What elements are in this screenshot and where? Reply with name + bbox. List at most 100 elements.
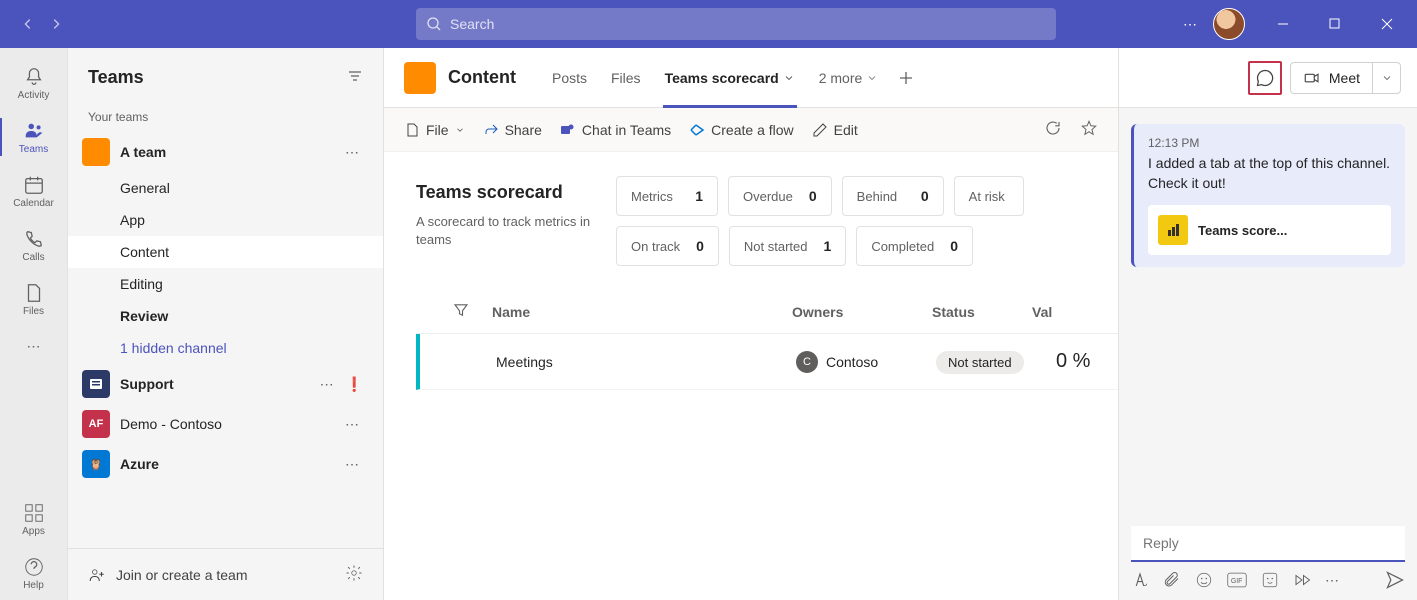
calendar-icon [23, 174, 45, 196]
help-icon [23, 556, 45, 578]
teams-chat-icon [560, 122, 576, 138]
format-icon[interactable] [1131, 571, 1149, 589]
share-button[interactable]: Share [483, 122, 542, 138]
status-pill: Not started [936, 351, 1024, 374]
settings-icon[interactable] [345, 564, 363, 585]
tab-posts[interactable]: Posts [540, 48, 599, 108]
file-menu[interactable]: File [404, 122, 465, 138]
attachment-card[interactable]: Teams score... [1148, 205, 1391, 255]
join-create-team[interactable]: Join or create a team [88, 566, 345, 584]
more-icon[interactable]: ⋯ [341, 452, 363, 477]
nav-forward[interactable] [44, 12, 68, 36]
apps-icon [23, 502, 45, 524]
add-tab-button[interactable] [890, 70, 922, 86]
more-icon[interactable]: ⋯ [1183, 16, 1197, 33]
search-box[interactable]: Search [416, 8, 1056, 40]
chevron-down-icon [455, 125, 465, 135]
scorecard-title: Teams scorecard [416, 182, 616, 203]
send-icon[interactable] [1385, 570, 1405, 590]
rail-calls[interactable]: Calls [0, 218, 68, 272]
rail-calendar[interactable]: Calendar [0, 164, 68, 218]
main-content: Content Posts Files Teams scorecard 2 mo… [384, 48, 1119, 600]
message-time: 12:13 PM [1148, 136, 1391, 150]
compose-more-icon[interactable]: ⋯ [1325, 572, 1339, 589]
search-icon [426, 16, 442, 32]
row-value: 0 % [1056, 350, 1090, 373]
channel-avatar-icon [404, 62, 436, 94]
channel-content[interactable]: Content [68, 236, 383, 268]
stream-icon[interactable] [1293, 571, 1311, 589]
meet-button[interactable]: Meet [1290, 62, 1373, 94]
tab-files[interactable]: Files [599, 48, 653, 108]
metric-card[interactable]: Behind0 [842, 176, 944, 216]
app-rail: Activity Teams Calendar Calls Files ⋯ Ap… [0, 48, 68, 600]
team-row-demo[interactable]: AF Demo - Contoso ⋯ [68, 404, 383, 444]
your-teams-label: Your teams [68, 106, 383, 132]
emoji-icon[interactable] [1195, 571, 1213, 589]
rail-files[interactable]: Files [0, 272, 68, 326]
chevron-down-icon [783, 72, 795, 84]
rail-teams[interactable]: Teams [0, 110, 68, 164]
user-avatar[interactable] [1213, 8, 1245, 40]
share-icon [483, 122, 499, 138]
refresh-icon[interactable] [1044, 119, 1062, 140]
video-icon [1303, 69, 1321, 87]
phone-icon [23, 228, 45, 250]
reply-input[interactable] [1131, 526, 1405, 562]
metric-card[interactable]: On track0 [616, 226, 719, 266]
rail-help[interactable]: Help [0, 546, 68, 600]
chevron-down-icon [1381, 72, 1393, 84]
create-flow-button[interactable]: Create a flow [689, 122, 793, 138]
filter-icon[interactable] [347, 68, 363, 87]
table-row[interactable]: Meetings C Contoso Not started 0 % [416, 334, 1118, 390]
powerbi-icon [1158, 215, 1188, 245]
team-icon: AF [82, 410, 110, 438]
more-icon[interactable]: ⋯ [341, 412, 363, 437]
maximize-button[interactable] [1313, 8, 1357, 40]
metric-card[interactable]: Overdue0 [728, 176, 832, 216]
document-toolbar: File Share Chat in Teams Create a flow E… [384, 108, 1118, 152]
channel-title: Content [448, 67, 516, 88]
team-row-support[interactable]: Support ⋯ ❗ [68, 364, 383, 404]
more-icon[interactable]: ⋯ [341, 140, 363, 165]
flow-icon [689, 122, 705, 138]
star-icon[interactable] [1080, 119, 1098, 140]
channel-general[interactable]: General [68, 172, 383, 204]
metric-card[interactable]: Completed0 [856, 226, 973, 266]
channel-app[interactable]: App [68, 204, 383, 236]
rail-activity[interactable]: Activity [0, 56, 68, 110]
channel-editing[interactable]: Editing [68, 268, 383, 300]
edit-button[interactable]: Edit [812, 122, 858, 138]
rail-more[interactable]: ⋯ [0, 326, 68, 366]
gif-icon[interactable]: GIF [1227, 571, 1247, 589]
chat-bubble-icon [1255, 68, 1275, 88]
metric-grid: Metrics1 Overdue0 Behind0 At risk On tra… [616, 176, 1096, 266]
bell-icon [23, 66, 45, 88]
row-name: Meetings [496, 354, 796, 370]
chat-in-teams-button[interactable]: Chat in Teams [560, 122, 671, 138]
metric-card[interactable]: At risk [954, 176, 1024, 216]
toggle-conversation-button[interactable] [1248, 61, 1282, 95]
metric-card[interactable]: Metrics1 [616, 176, 718, 216]
metric-card[interactable]: Not started1 [729, 226, 846, 266]
tab-more[interactable]: 2 more [807, 48, 891, 108]
scorecard-subtitle: A scorecard to track metrics in teams [416, 213, 616, 249]
channel-review[interactable]: Review [68, 300, 383, 332]
meet-dropdown[interactable] [1373, 62, 1401, 94]
team-row-a-team[interactable]: A team ⋯ [68, 132, 383, 172]
message-body: I added a tab at the top of this channel… [1148, 154, 1391, 193]
rail-apps[interactable]: Apps [0, 492, 68, 546]
sticker-icon[interactable] [1261, 571, 1279, 589]
svg-text:GIF: GIF [1231, 578, 1243, 585]
hidden-channels-link[interactable]: 1 hidden channel [68, 332, 383, 364]
minimize-button[interactable] [1261, 8, 1305, 40]
filter-column-icon[interactable] [452, 301, 492, 322]
message-card[interactable]: 12:13 PM I added a tab at the top of thi… [1131, 124, 1405, 267]
tab-scorecard[interactable]: Teams scorecard [653, 48, 807, 108]
close-button[interactable] [1365, 8, 1409, 40]
more-icon[interactable]: ⋯ [316, 372, 338, 397]
nav-back[interactable] [16, 12, 40, 36]
team-row-azure[interactable]: 🦉 Azure ⋯ [68, 444, 383, 484]
teams-panel: Teams Your teams A team ⋯ General App Co… [68, 48, 384, 600]
attach-icon[interactable] [1163, 571, 1181, 589]
